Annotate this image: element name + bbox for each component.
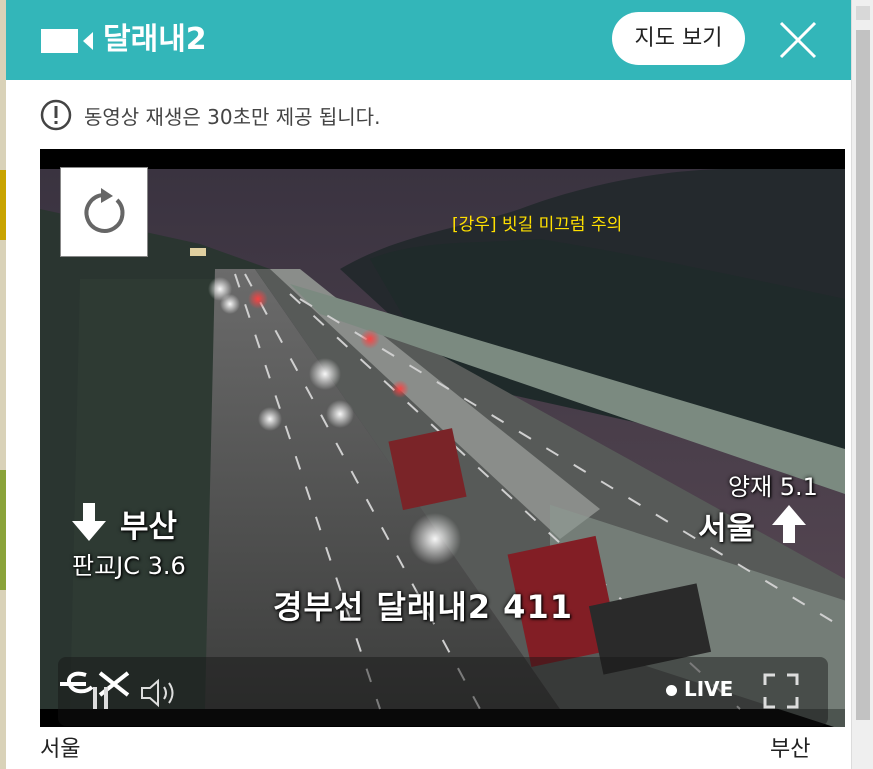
direction-right: 서울 — [698, 511, 756, 547]
camera-location-label: 경부선 달래내2 411 — [273, 588, 573, 626]
volume-icon[interactable] — [140, 677, 180, 709]
direction-start-label: 서울 — [40, 737, 81, 762]
direction-end-label: 부산 — [770, 737, 811, 762]
scroll-up-button[interactable] — [856, 6, 870, 20]
reload-button[interactable] — [60, 167, 148, 257]
distance-left: 판교JC 3.6 — [72, 552, 186, 580]
popup-header: 달래내2 지도 보기 — [6, 0, 851, 80]
direction-left: 부산 — [120, 509, 178, 545]
fullscreen-icon[interactable] — [763, 673, 799, 709]
cctv-video-player[interactable]: [강우] 빗길 미끄럼 주의 부산 판교JC 3.6 양재 5.1 서울 경부선… — [40, 149, 845, 727]
view-map-button[interactable]: 지도 보기 — [612, 12, 745, 65]
live-label: LIVE — [684, 677, 734, 701]
video-camera-icon — [41, 29, 93, 53]
notice: 동영상 재생은 30초만 제공 됩니다. — [40, 97, 380, 133]
close-icon[interactable] — [777, 19, 819, 61]
pause-icon[interactable] — [90, 685, 112, 711]
player-controls: LIVE — [58, 657, 828, 726]
camera-title: 달래내2 — [103, 22, 207, 57]
distance-right: 양재 5.1 — [728, 473, 818, 501]
exclamation-circle-icon — [40, 99, 72, 131]
weather-warning: [강우] 빗길 미끄럼 주의 — [452, 215, 623, 235]
scrollbar[interactable] — [851, 0, 873, 769]
arrow-up-icon — [772, 505, 806, 543]
notice-text: 동영상 재생은 30초만 제공 됩니다. — [84, 104, 381, 129]
background-page-edge — [0, 0, 6, 769]
arrow-down-icon — [72, 503, 106, 541]
scrollbar-thumb[interactable] — [856, 30, 870, 720]
video-frame — [40, 149, 845, 727]
live-indicator — [666, 685, 677, 696]
reload-icon — [84, 188, 125, 233]
